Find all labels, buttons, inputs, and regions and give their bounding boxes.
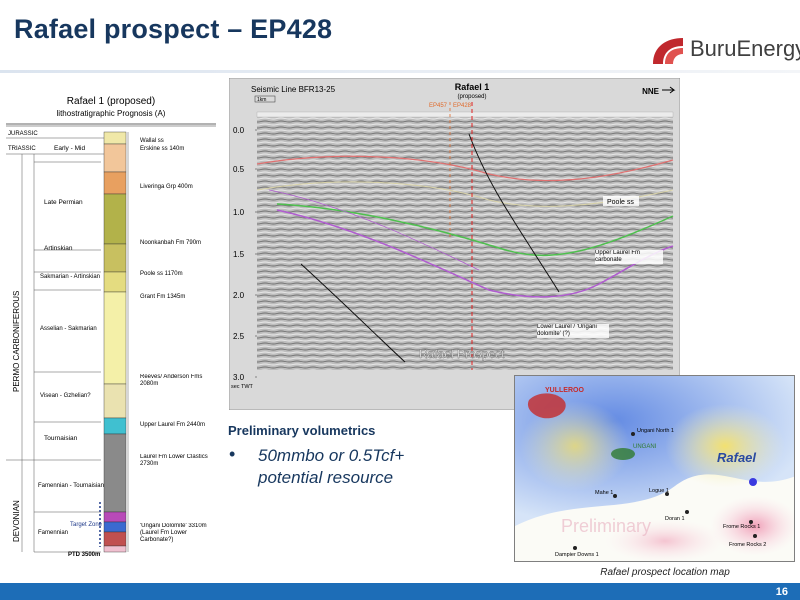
- stage-visean-gzhelian: Visean - Gzhelian?: [40, 393, 91, 399]
- rafael-location-icon: [749, 478, 757, 486]
- annotation-upper-laurel: Upper Laurel Fm carbonate: [595, 250, 663, 264]
- formation-erskine: Erskine ss 140m: [140, 146, 184, 152]
- location-map: YULLEROO Ungani North 1 UNGANI Rafael Ma…: [514, 375, 795, 562]
- axis-unit: sec TWT: [231, 384, 253, 390]
- ungani-field: [611, 448, 635, 460]
- map-label-mahe: Mahe 1: [595, 490, 613, 496]
- target-zone-label: Target Zone: [70, 522, 103, 528]
- page-title: Rafael prospect – EP428: [14, 14, 333, 44]
- map-label-frome-rocks-2: Frome Rocks 2: [729, 542, 766, 548]
- seismic-section: Seismic Line BFR13-25 1km Rafael 1 (prop…: [229, 78, 680, 410]
- y-tick-6: 3.0: [233, 373, 245, 382]
- stage-famennian: Famennian: [38, 530, 68, 536]
- stage-famennian-tournaisian: Famennian - Tournaisian: [38, 483, 104, 489]
- map-label-yulleroo: YULLEROO: [545, 387, 584, 394]
- seismic-scale-bar: 1km: [257, 97, 266, 103]
- y-tick-4: 2.0: [233, 291, 245, 300]
- map-label-ungani: UNGANI: [633, 444, 657, 450]
- well-name: Rafael 1: [455, 82, 490, 92]
- map-label-frome-rocks-1: Frome Rocks 1: [723, 524, 760, 530]
- y-tick-2: 1.0: [233, 208, 245, 217]
- formation-ungani-dolomite: 'Ungani Dolomite' 3310m (Laurel Fm Lower…: [140, 523, 207, 543]
- bullet-icon: •: [229, 444, 236, 464]
- permit-ep457: EP457: [429, 103, 448, 109]
- formation-liveringa: Liveringa Grp 400m: [140, 184, 193, 190]
- well-status: (proposed): [457, 94, 486, 100]
- direction-label: NNE: [642, 87, 660, 96]
- seismic-line-label: Seismic Line BFR13-25: [251, 85, 336, 94]
- annotation-rafael-prospect: Rafael Prospect: [419, 347, 505, 361]
- formation-poole: Poole ss 1170m: [140, 271, 183, 277]
- formation-upper-laurel: Upper Laurel Fm 2440m: [140, 422, 205, 428]
- annotation-poole: Poole ss: [607, 199, 634, 206]
- y-tick-5: 2.5: [233, 332, 245, 341]
- map-label-logue: Logue 1: [649, 488, 669, 494]
- y-tick-0: 0.0: [233, 126, 245, 135]
- stage-late-permian: Late Permian: [44, 199, 83, 206]
- formation-noonkanbah: Noonkanbah Fm 790m: [140, 240, 201, 246]
- formation-wallal: Wallal ss: [140, 138, 164, 144]
- volumetrics-item: 50mmbo or 0.5Tcf+ potential resource: [258, 446, 405, 487]
- stage-early-mid: Early - Mid: [54, 145, 85, 152]
- map-label-rafael: Rafael: [717, 450, 756, 465]
- stratigraphic-column: Rafael 1 (proposed) lithostratigraphic P…: [6, 96, 216, 558]
- map-caption: Rafael prospect location map: [600, 567, 730, 578]
- annotation-lower-laurel: Lower Laurel / 'Ungani dolomite' (?): [537, 324, 609, 338]
- page-number: 16: [775, 586, 788, 598]
- period-permo-carboniferous: PERMO CARBONIFEROUS: [12, 291, 21, 392]
- period-triassic: TRIASSIC: [8, 146, 36, 152]
- footer-bar: [0, 583, 800, 600]
- period-devonian: DEVONIAN: [12, 500, 21, 542]
- map-label-dampier-downs: Dampier Downs 1: [555, 552, 599, 558]
- volumetrics-heading: Preliminary volumetrics: [228, 423, 376, 438]
- y-tick-1: 0.5: [233, 165, 245, 174]
- map-watermark: Preliminary: [561, 516, 651, 536]
- map-label-doran: Doran 1: [665, 516, 685, 522]
- permit-ep428: EP428: [453, 103, 472, 109]
- ptd-label: PTD 3500m: [68, 552, 100, 558]
- period-jurassic: JURASSIC: [8, 131, 38, 137]
- stage-tournaisian: Tournaisian: [44, 435, 78, 442]
- logo-wordmark: BuruEnergy: [690, 36, 800, 61]
- strat-subtitle: lithostratigraphic Prognosis (A): [57, 109, 166, 118]
- stage-asselian-sakmarian: Asselian - Sakmarian: [40, 326, 97, 332]
- stage-sakmarian-artinskian: Sakmarian - Artinskian: [40, 274, 100, 280]
- formation-grant: Grant Fm 1345m: [140, 294, 185, 300]
- y-tick-3: 1.5: [233, 250, 245, 259]
- stage-artinskian: Artinskian: [44, 245, 73, 252]
- formation-reeves-anderson: Reeves/ Anderson Fms 2080m: [140, 374, 203, 387]
- formation-laurel-lower-clastics: Laurel Fm Lower Clastics 2730m: [140, 454, 208, 467]
- map-label-ungani-north: Ungani North 1: [637, 428, 674, 434]
- strat-title: Rafael 1 (proposed): [67, 96, 155, 107]
